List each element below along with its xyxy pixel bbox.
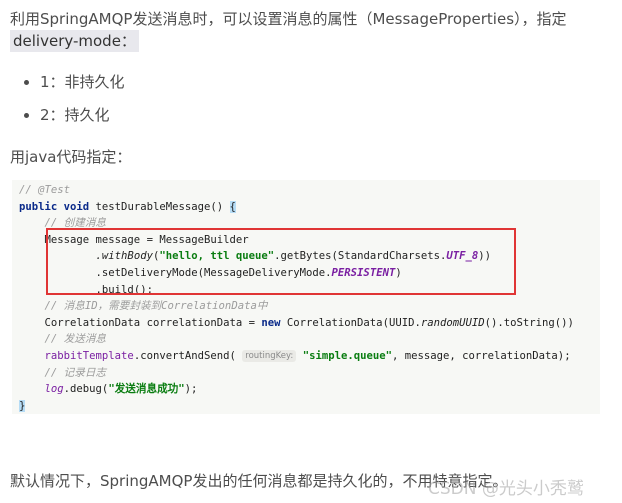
code-line-8: // 消息ID，需要封装到CorrelationData中	[19, 298, 600, 315]
to-string-call: ().toString())	[484, 316, 574, 329]
comment-send-message: // 发送消息	[44, 333, 107, 346]
code-line-10: // 发送消息	[19, 331, 600, 348]
code-line-9: CorrelationData correlationData = new Co…	[19, 315, 600, 332]
keyword-public-void: public void	[19, 200, 90, 213]
string-send-success: "发送消息成功"	[108, 383, 185, 396]
intro-paragraph: 利用SpringAMQP发送消息时，可以设置消息的属性（MessagePrope…	[10, 8, 615, 52]
comment-test: // @Test	[19, 184, 71, 196]
intro-code-delivery-mode: delivery-mode：	[10, 30, 139, 52]
code-line-14: }	[19, 398, 600, 415]
intro-text: 利用SpringAMQP发送消息时，可以设置消息的属性（MessagePrope…	[10, 10, 567, 28]
rabbit-template-field: rabbitTemplate	[44, 349, 134, 362]
close-brace: }	[19, 399, 26, 412]
log-field: log	[44, 383, 64, 396]
comment-log: // 记录日志	[44, 366, 107, 379]
comment-message-id: // 消息ID，需要封装到CorrelationData中	[44, 300, 268, 313]
code-line-2: public void testDurableMessage() {	[19, 199, 600, 216]
code-line-1: // @Test	[19, 182, 600, 199]
correlation-data-decl: CorrelationData correlationData =	[44, 316, 262, 329]
stmt-end: );	[184, 383, 198, 396]
string-simple-queue: "simple.queue"	[302, 349, 392, 362]
method-signature: testDurableMessage()	[89, 200, 230, 213]
send-args: , message, correlationData);	[391, 349, 571, 362]
highlight-box	[46, 228, 516, 295]
correlation-data-ctor: CorrelationData(UUID.	[280, 316, 421, 329]
code-line-12: // 记录日志	[19, 365, 600, 382]
random-uuid-call: randomUUID	[420, 316, 485, 329]
keyword-new: new	[261, 316, 281, 329]
list-item: 2：持久化	[10, 99, 125, 132]
list-item: 1：非持久化	[10, 66, 125, 99]
convert-and-send-call: .convertAndSend(	[133, 349, 236, 362]
routing-key-hint: routingKey:	[242, 349, 297, 362]
code-line-13: log.debug("发送消息成功");	[19, 381, 600, 398]
csdn-watermark: CSDN @光头小秃鹫	[428, 479, 584, 499]
code-block: // @Test public void testDurableMessage(…	[12, 180, 600, 414]
persistence-options-list: 1：非持久化 2：持久化	[10, 66, 125, 132]
java-label: 用java代码指定：	[10, 148, 132, 166]
code-line-11: rabbitTemplate.convertAndSend( routingKe…	[19, 348, 600, 365]
open-brace: {	[229, 200, 236, 213]
debug-call: .debug(	[63, 383, 109, 396]
